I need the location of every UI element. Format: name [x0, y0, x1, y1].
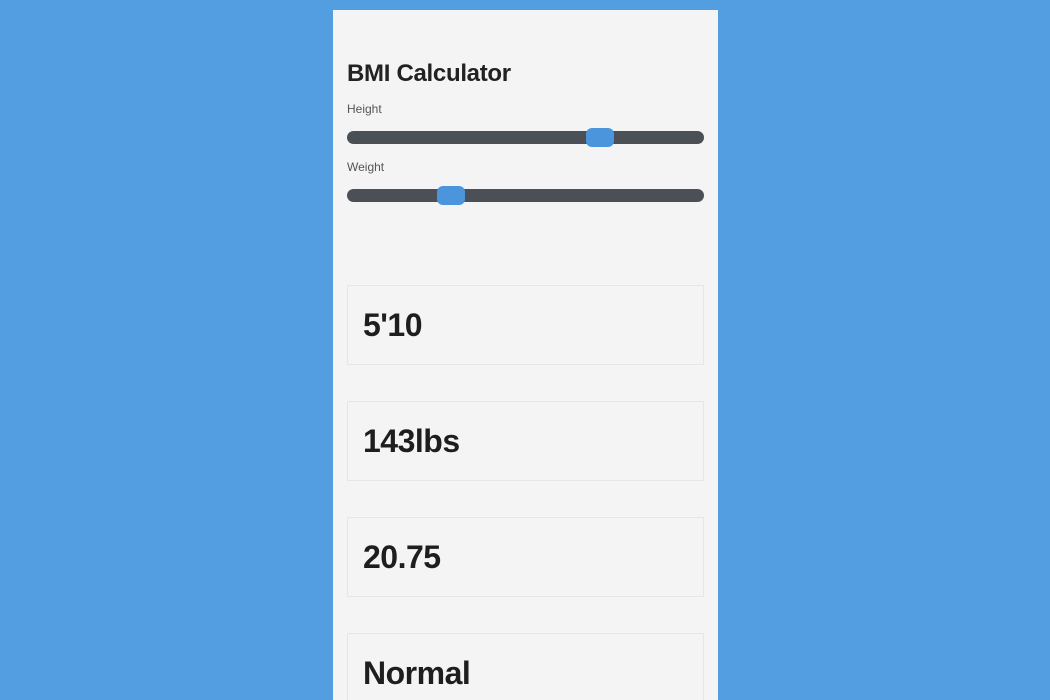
weight-slider-thumb[interactable]: [436, 186, 465, 205]
page-title: BMI Calculator: [347, 60, 511, 87]
bmi-category-display: Normal: [347, 633, 704, 700]
weight-label: Weight: [347, 160, 385, 174]
weight-display: 143lbs: [347, 401, 704, 481]
bmi-value-display: 20.75: [347, 517, 704, 597]
weight-slider[interactable]: [347, 186, 704, 205]
height-display: 5'10: [347, 285, 704, 365]
height-label: Height: [347, 102, 382, 116]
height-slider-thumb[interactable]: [586, 128, 615, 147]
bmi-calculator-card: BMI Calculator Height Weight 5'10 143lbs…: [333, 10, 718, 700]
height-slider[interactable]: [347, 128, 704, 147]
